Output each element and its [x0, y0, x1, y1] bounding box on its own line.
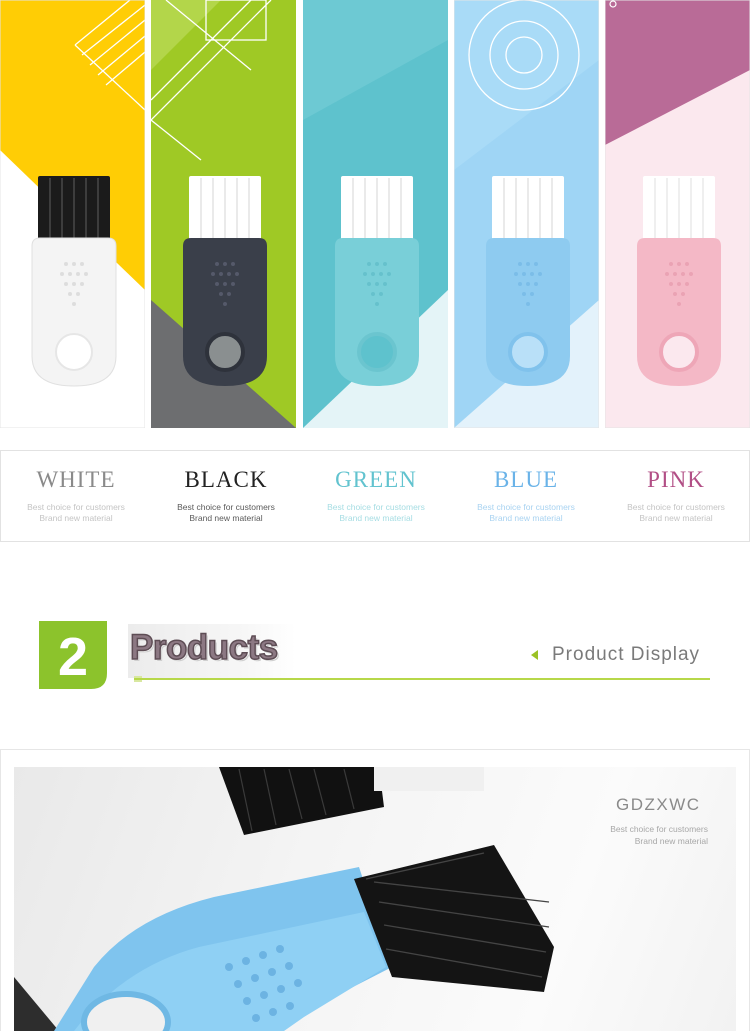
brush-green-icon	[335, 176, 419, 386]
tagline-2: Brand new material	[489, 513, 563, 523]
panel-green	[303, 0, 448, 428]
tagline-1: Best choice for customers	[177, 502, 275, 512]
panel-blue	[454, 0, 599, 428]
label-black: BLACK Best choice for customers Brand ne…	[151, 451, 301, 543]
color-name-blue: BLUE	[493, 467, 559, 492]
color-name-white: WHITE	[36, 467, 116, 492]
section-title: Products	[129, 627, 279, 668]
tagline-1: Best choice for customers	[327, 502, 425, 512]
tagline-1: Best choice for customers	[27, 502, 125, 512]
label-blue: BLUE Best choice for customers Brand new…	[451, 451, 601, 543]
color-name-pink: PINK	[647, 467, 705, 492]
color-labels-strip: WHITE Best choice for customers Brand ne…	[0, 450, 750, 542]
color-variant-panels	[0, 0, 750, 428]
brush-black-icon	[183, 176, 267, 386]
brush-pink-icon	[637, 176, 721, 386]
header-rule	[134, 678, 710, 680]
caret-left-icon	[531, 650, 538, 660]
section-number-badge: 2	[39, 621, 107, 689]
brand-tagline-1: Best choice for customers	[610, 824, 708, 834]
label-white: WHITE Best choice for customers Brand ne…	[1, 451, 151, 543]
brush-blue-icon	[486, 176, 570, 386]
section-title-box: Products	[128, 624, 296, 678]
label-pink: PINK Best choice for customers Brand new…	[601, 451, 750, 543]
tagline-2: Brand new material	[189, 513, 263, 523]
color-name-black: BLACK	[184, 467, 268, 492]
tagline-2: Brand new material	[639, 513, 713, 523]
color-name-green: GREEN	[335, 467, 417, 492]
tagline-2: Brand new material	[339, 513, 413, 523]
tagline-1: Best choice for customers	[627, 502, 725, 512]
brand-tagline-2: Brand new material	[634, 836, 708, 846]
section-number: 2	[58, 627, 88, 687]
tagline-1: Best choice for customers	[477, 502, 575, 512]
brush-white-icon	[31, 176, 117, 387]
panel-black	[151, 0, 296, 428]
label-green: GREEN Best choice for customers Brand ne…	[301, 451, 451, 543]
tagline-2: Brand new material	[39, 513, 113, 523]
panel-white	[0, 0, 145, 428]
product-display-label: Product Display	[552, 644, 701, 665]
panel-pink	[605, 0, 750, 428]
brand-name: GDZXWC	[616, 795, 701, 814]
